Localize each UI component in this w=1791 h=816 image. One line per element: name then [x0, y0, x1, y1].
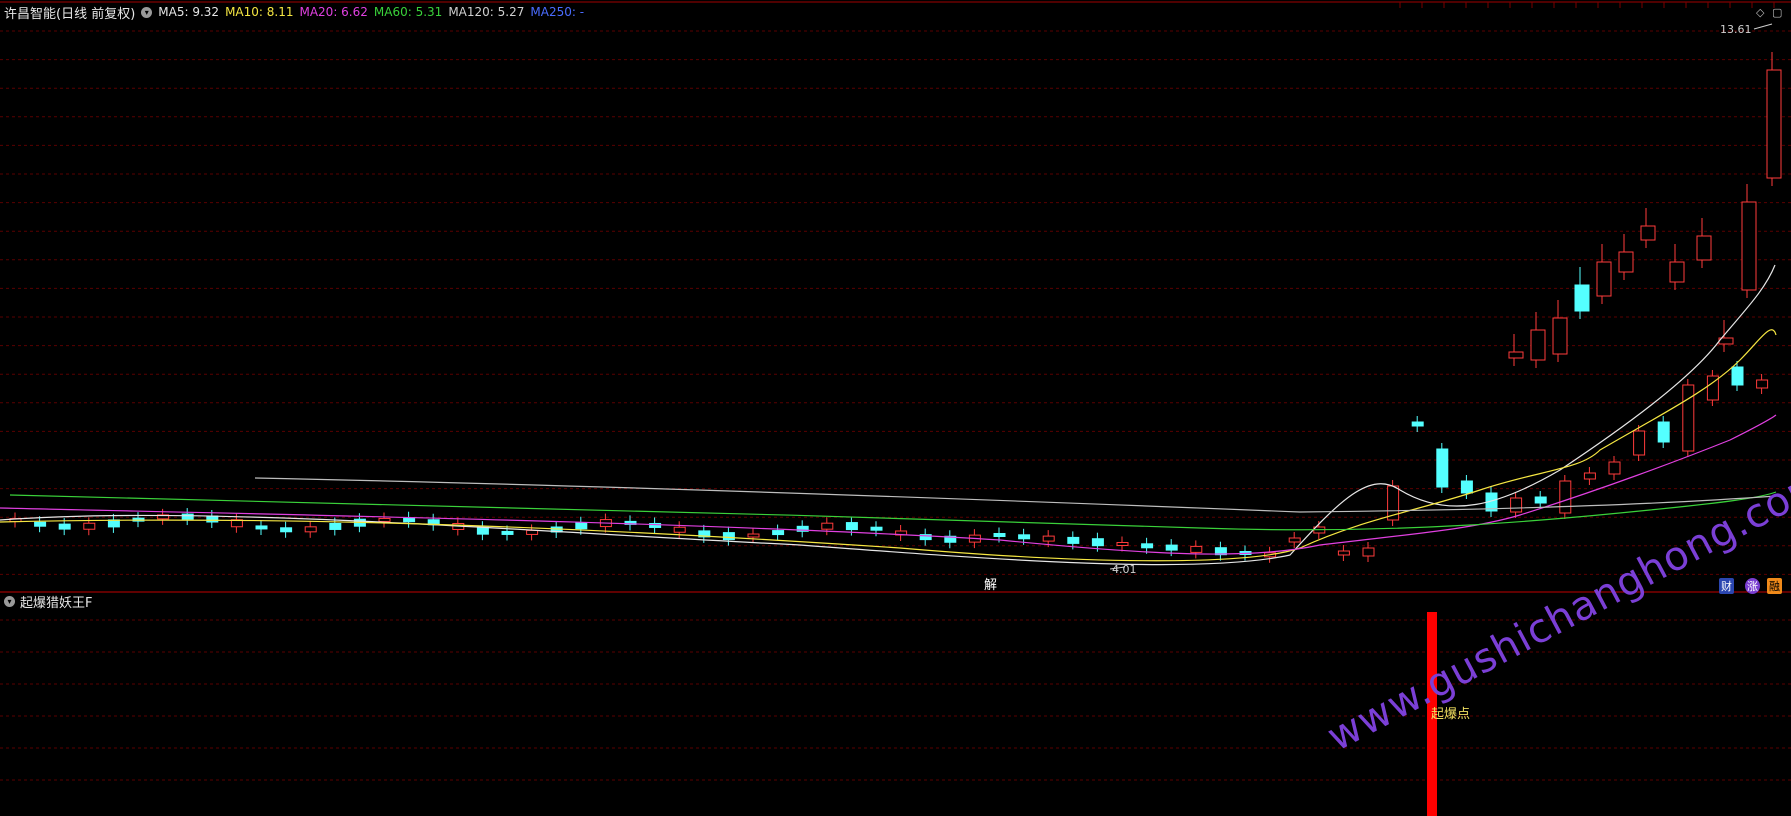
candle-body	[1657, 421, 1670, 443]
candle-body	[1608, 461, 1621, 475]
candle-body	[1596, 261, 1612, 297]
candle-body	[1696, 235, 1712, 261]
candle-body	[206, 515, 219, 523]
candle-body	[1766, 69, 1782, 179]
candle-body	[575, 522, 588, 530]
candle-body	[1337, 550, 1350, 556]
candle-body	[1508, 351, 1524, 359]
candle-body	[1633, 430, 1646, 456]
indicator-settings-icon[interactable]: ▾	[4, 596, 15, 607]
candle-body	[1091, 538, 1104, 547]
candle-body	[83, 522, 96, 530]
candle-body	[1741, 201, 1757, 291]
candle-body	[1510, 497, 1523, 513]
candle-body	[1682, 384, 1695, 452]
candle-body	[1559, 480, 1572, 514]
candlestick-chart: 13.61 4.01 解	[0, 1, 1791, 816]
candle-body	[329, 522, 342, 530]
candle-body	[1618, 251, 1634, 273]
candle-body	[1362, 547, 1375, 557]
candle-body	[993, 533, 1006, 537]
badge-rong[interactable]: 融	[1767, 578, 1782, 594]
candle-body	[1530, 329, 1546, 361]
candle-body	[1190, 545, 1203, 553]
candle-body	[1288, 537, 1301, 543]
ma-line	[0, 414, 1777, 555]
badge-cai[interactable]: 财	[1719, 578, 1734, 594]
indicator-title[interactable]: 起爆猎妖王F	[20, 592, 92, 611]
candle-body	[870, 526, 883, 531]
candle-body	[304, 526, 317, 533]
candle-body	[1574, 284, 1590, 312]
annotation-jie[interactable]: 解	[984, 578, 997, 593]
candle-body	[673, 526, 686, 533]
candle-body	[1018, 534, 1031, 540]
candle-body	[1756, 379, 1769, 389]
candle-body	[1583, 472, 1596, 480]
candle-body	[1165, 544, 1178, 551]
candle-body	[280, 527, 293, 533]
candle-body	[1042, 535, 1055, 542]
high-price-arrow	[1753, 23, 1773, 30]
badge-zhang[interactable]: 涨	[1745, 578, 1760, 594]
candle-body	[501, 530, 514, 535]
price-grid	[0, 1, 1791, 593]
candle-body	[845, 522, 858, 531]
indicator-header: ▾ 起爆猎妖王F	[4, 592, 92, 611]
candle-body	[58, 523, 71, 530]
candle-body	[1552, 317, 1568, 355]
candle-body	[1460, 480, 1473, 494]
candle-body	[1640, 225, 1656, 241]
ma-line	[0, 264, 1776, 566]
candle-body	[255, 525, 268, 530]
candle-body	[403, 517, 416, 523]
candle-body	[772, 530, 785, 536]
candle-body	[107, 519, 120, 528]
candle-body	[722, 532, 735, 541]
candle-body	[1669, 261, 1685, 283]
candle-body	[1731, 366, 1744, 386]
candle-body	[34, 521, 47, 527]
candle-body	[1116, 542, 1129, 546]
candlestick-series	[9, 52, 1782, 563]
candle-body	[821, 522, 834, 530]
candle-body	[181, 513, 194, 520]
candle-body	[1141, 543, 1154, 549]
candle-body	[526, 529, 539, 535]
candle-body	[1411, 421, 1424, 427]
low-price-label: 4.01	[1112, 563, 1137, 576]
moving-average-lines	[0, 264, 1777, 566]
candle-body	[1067, 536, 1080, 544]
high-price-label: 13.61	[1720, 23, 1752, 36]
candle-body	[747, 533, 760, 538]
candle-body	[1436, 448, 1449, 488]
candle-body	[1534, 496, 1547, 504]
candle-body	[378, 517, 391, 522]
stock-chart-window: 许昌智能(日线 前复权) ▾ MA5: 9.32 MA10: 8.11 MA20…	[0, 0, 1791, 816]
